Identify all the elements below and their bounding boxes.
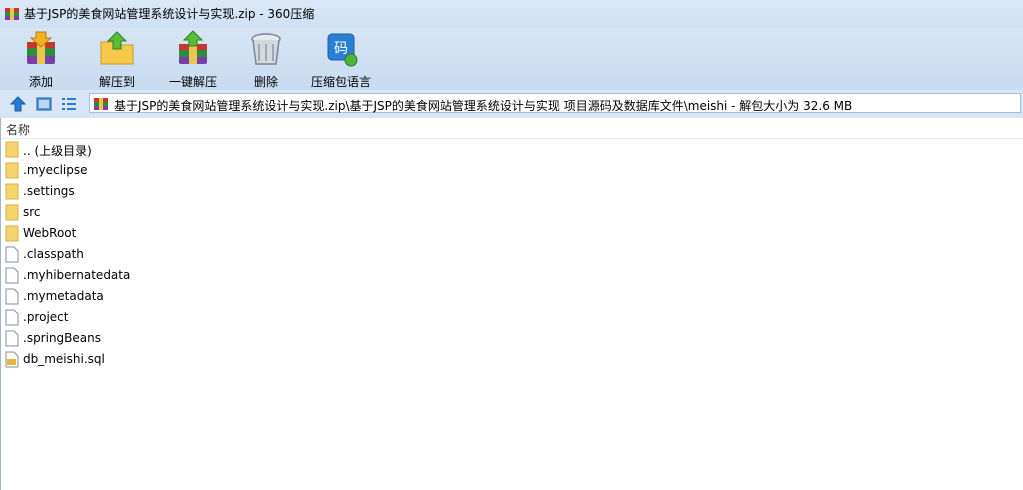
list-item-name: .mymetadata: [23, 289, 104, 303]
one-click-extract-button[interactable]: 一键解压: [165, 30, 221, 89]
sql-file-icon: [5, 351, 19, 368]
list-item[interactable]: .settings: [0, 181, 1023, 202]
list-item[interactable]: .project: [0, 307, 1023, 328]
one-click-extract-icon: [179, 30, 207, 64]
extract-to-icon: [100, 31, 134, 65]
window-title: 基于JSP的美食网站管理系统设计与实现.zip - 360压缩: [24, 7, 315, 21]
toolbar: 添加 解压到 一键解压 删除 码 压缩包语言: [0, 28, 1023, 90]
archive-icon: [5, 8, 19, 20]
file-icon: [5, 246, 19, 263]
extract-to-label: 解压到: [98, 75, 135, 89]
file-icon: [5, 267, 19, 284]
up-arrow-icon[interactable]: [9, 95, 27, 113]
trash-can-icon: [251, 33, 281, 65]
column-header-label: 名称: [6, 123, 31, 137]
list-item[interactable]: .springBeans: [0, 328, 1023, 349]
archive-language-icon: 码: [327, 33, 358, 67]
list-item[interactable]: src: [0, 202, 1023, 223]
add-archive-icon: [27, 31, 55, 64]
navigation-bar: 基于JSP的美食网站管理系统设计与实现.zip\基于JSP的美食网站管理系统设计…: [0, 90, 1023, 119]
window-left-border: [0, 118, 1, 490]
archive-language-button[interactable]: 码 压缩包语言: [310, 30, 372, 89]
list-item-name: .project: [23, 310, 69, 324]
svg-text:码: 码: [334, 41, 348, 57]
list-item-name: .springBeans: [23, 331, 101, 345]
folder-icon: [5, 204, 19, 221]
file-list: .. (上级目录) .myeclipse .settings src WebRo…: [0, 139, 1023, 370]
list-item[interactable]: .classpath: [0, 244, 1023, 265]
list-item-name: .myeclipse: [23, 163, 88, 177]
archive-language-label: 压缩包语言: [310, 75, 371, 89]
extract-to-button[interactable]: 解压到: [92, 30, 142, 89]
view-icons-icon[interactable]: [35, 95, 53, 113]
list-item-parent-folder[interactable]: .. (上级目录): [0, 139, 1023, 160]
one-click-extract-label: 一键解压: [168, 75, 217, 89]
list-item-name: .classpath: [23, 247, 84, 261]
delete-button[interactable]: 删除: [245, 30, 287, 89]
add-label: 添加: [28, 75, 53, 89]
column-header-name[interactable]: 名称: [0, 118, 1023, 139]
list-item-name: .settings: [23, 184, 75, 198]
folder-icon: [5, 183, 19, 200]
file-list-panel: 名称 .. (上级目录) .myeclipse .settings src We…: [0, 118, 1023, 490]
delete-label: 删除: [253, 75, 278, 89]
address-bar[interactable]: 基于JSP的美食网站管理系统设计与实现.zip\基于JSP的美食网站管理系统设计…: [89, 93, 1021, 113]
list-item[interactable]: .mymetadata: [0, 286, 1023, 307]
archive-icon: [94, 98, 108, 110]
file-icon: [5, 288, 19, 305]
add-button[interactable]: 添加: [16, 30, 66, 89]
list-item-name: src: [23, 205, 41, 219]
list-item[interactable]: db_meishi.sql: [0, 349, 1023, 370]
list-item-name: .myhibernatedata: [23, 268, 131, 282]
list-item[interactable]: .myeclipse: [0, 160, 1023, 181]
file-icon: [5, 330, 19, 347]
folder-icon: [5, 141, 19, 158]
list-item-name: db_meishi.sql: [23, 352, 105, 366]
list-item[interactable]: WebRoot: [0, 223, 1023, 244]
title-bar: 基于JSP的美食网站管理系统设计与实现.zip - 360压缩: [0, 0, 1023, 28]
list-item-name: .. (上级目录): [23, 144, 92, 158]
folder-icon: [5, 225, 19, 242]
view-list-icon[interactable]: [60, 95, 78, 113]
folder-icon: [5, 162, 19, 179]
list-item[interactable]: .myhibernatedata: [0, 265, 1023, 286]
file-icon: [5, 309, 19, 326]
list-item-name: WebRoot: [23, 226, 77, 240]
address-path: 基于JSP的美食网站管理系统设计与实现.zip\基于JSP的美食网站管理系统设计…: [114, 99, 853, 113]
